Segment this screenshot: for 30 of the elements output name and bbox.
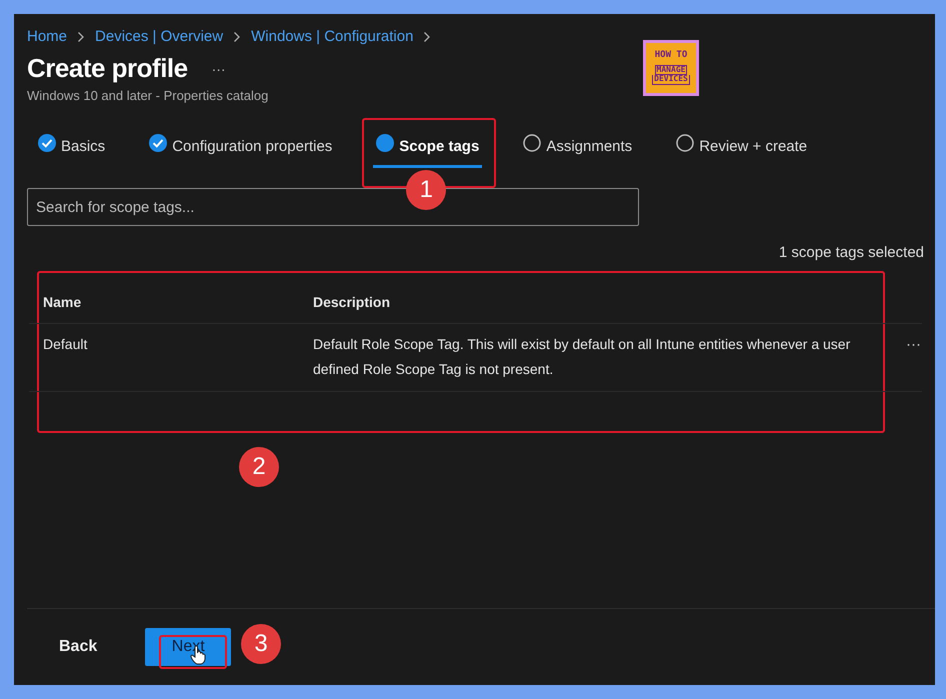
empty-circle-icon — [676, 134, 694, 152]
highlight-box — [159, 635, 228, 669]
column-header: Name — [42, 293, 82, 312]
breadcrumb-link[interactable]: Windows | Configuration — [251, 28, 414, 45]
breadcrumb-link[interactable]: Devices | Overview — [95, 28, 224, 45]
logo: HOW TO MANAGE DEVICES — [643, 40, 699, 96]
empty-circle-icon — [523, 134, 542, 152]
table-cell-text: Default — [42, 336, 88, 352]
chevron-icon — [423, 30, 432, 42]
more-button[interactable]: ··· — [906, 336, 921, 354]
page-title: Create profile — [27, 53, 188, 84]
table-cell-text: Default Role Scope Tag. This will exist by default on all Intune entities whenever a user defined Role Scope Tag is not present. — [313, 335, 852, 379]
check-icon — [149, 134, 168, 152]
column-header: Description — [313, 293, 392, 312]
page-subtitle: Windows 10 and later - Properties catalog — [27, 88, 270, 103]
wizard-tab[interactable]: Basics — [35, 131, 108, 168]
check-icon — [38, 134, 56, 152]
current-step-icon — [376, 134, 394, 152]
selection-count: 1 scope tags selected — [778, 244, 924, 261]
chevron-icon — [233, 30, 242, 42]
chevron-icon — [77, 30, 86, 42]
more-button[interactable]: ··· — [208, 60, 230, 76]
wizard-tab[interactable]: Review + create — [673, 131, 810, 168]
wizard-tab[interactable]: Scope tags — [373, 131, 482, 168]
wizard-tab[interactable]: Assignments — [520, 131, 636, 168]
step-badge: 2 — [239, 447, 279, 487]
step-badge: 3 — [241, 624, 281, 664]
wizard-tab[interactable]: Configuration properties — [146, 131, 336, 168]
breadcrumb-link[interactable]: Home — [27, 28, 68, 45]
back-button[interactable]: Back — [51, 632, 106, 662]
